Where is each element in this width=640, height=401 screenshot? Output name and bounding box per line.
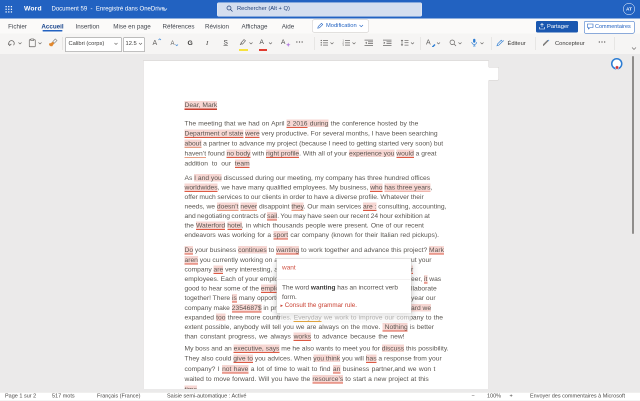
svg-text:3: 3 bbox=[343, 45, 345, 46]
